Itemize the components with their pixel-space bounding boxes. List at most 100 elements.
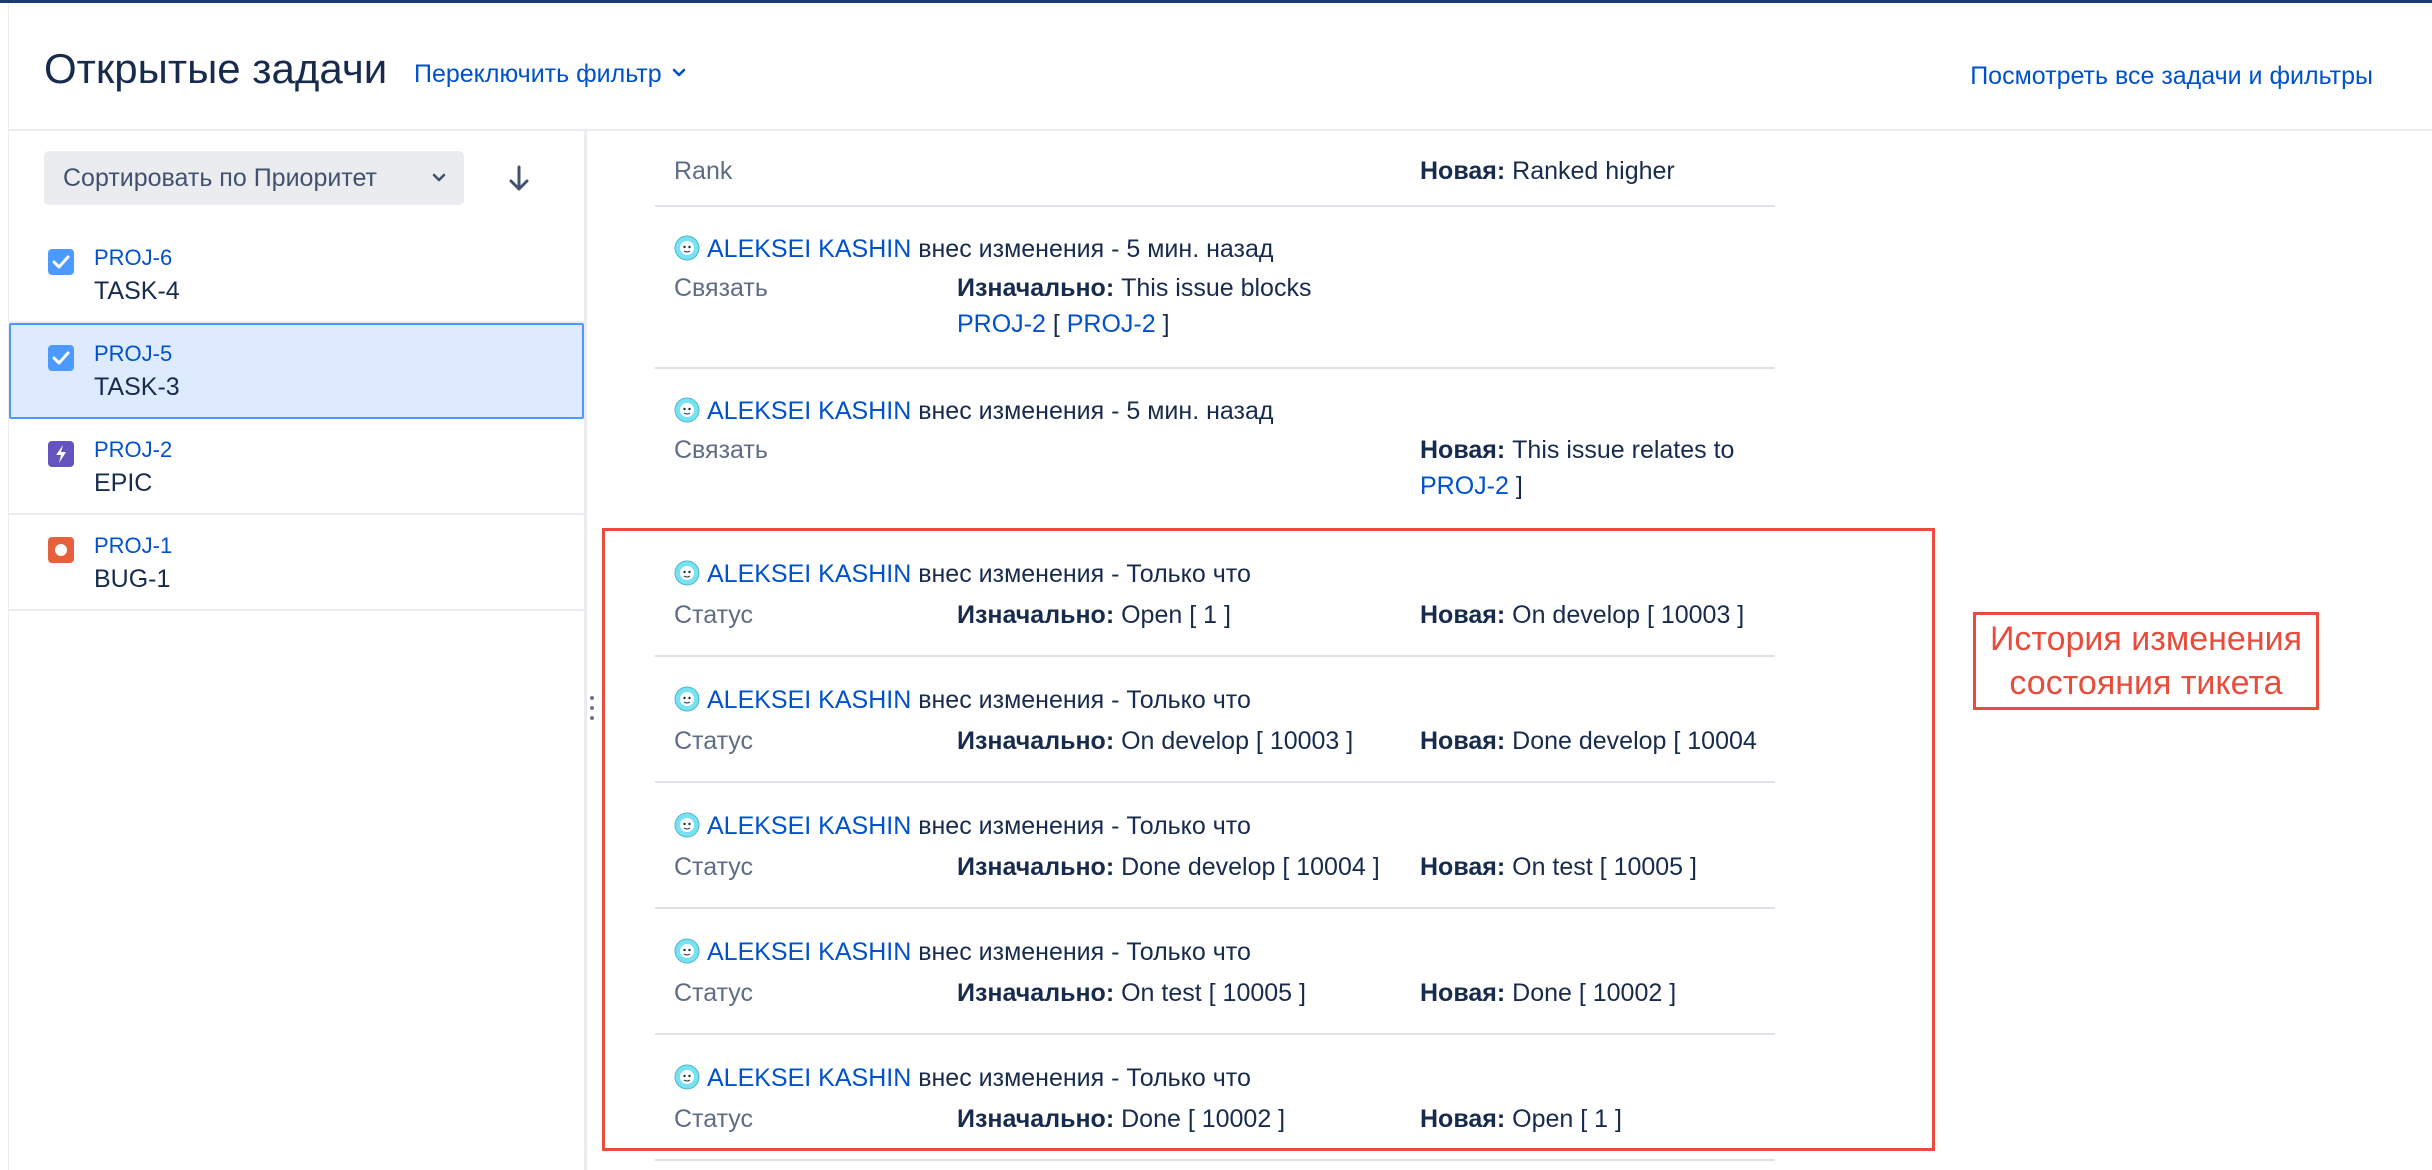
issue-summary: EPIC [94, 469, 153, 497]
issue-list-item-selected[interactable]: PROJ-5 TASK-3 [9, 323, 584, 419]
new-value-text: On develop [ 10003 ] [1512, 601, 1745, 629]
avatar-icon[interactable] [674, 235, 700, 261]
new-label: Новая: [1420, 436, 1506, 464]
author-link[interactable]: ALEKSEI KASHIN [707, 560, 911, 588]
switch-filter-dropdown[interactable]: Переключить фильтр [414, 58, 686, 90]
history-new-value: Новая: On develop [ 10003 ] [1420, 597, 1760, 633]
filter-header: Открытые задачи Переключить фильтр Посмо… [9, 3, 2432, 131]
avatar-icon[interactable] [674, 397, 700, 423]
author-link[interactable]: ALEKSEI KASHIN [707, 938, 911, 966]
issue-key: PROJ-6 [94, 245, 173, 270]
history-entry-header: ALEKSEI KASHIN внес изменения - 5 мин. н… [674, 395, 1273, 427]
history-entry: ALEKSEI KASHIN внес изменения - Только ч… [655, 1035, 1775, 1161]
epic-lightning-icon [48, 441, 74, 467]
issue-summary: TASK-3 [94, 373, 180, 401]
history-entry-header: ALEKSEI KASHIN внес изменения - Только ч… [674, 810, 1251, 842]
history-action: внес изменения - 5 мин. назад [918, 235, 1274, 263]
old-label: Изначально: [957, 274, 1115, 302]
avatar-icon[interactable] [674, 1064, 700, 1090]
history-field: Статус [674, 853, 754, 881]
avatar-icon[interactable] [674, 560, 700, 586]
old-value-text: Done [ 10002 ] [1121, 1105, 1286, 1133]
avatar-icon[interactable] [674, 686, 700, 712]
task-checkbox-icon [48, 249, 74, 275]
history-old-value: Изначально: Done [ 10002 ] [957, 1101, 1285, 1137]
issue-list: PROJ-6 TASK-4 PROJ-5 TASK-3 PROJ-2 EPIC … [9, 227, 584, 611]
history-entry: ALEKSEI KASHIN внес изменения - Только ч… [655, 657, 1775, 783]
issue-link[interactable]: PROJ-2 [1067, 310, 1156, 338]
new-value-text: Done develop [ 10004 ] [1512, 727, 1760, 755]
history-new-value: Новая: On test [ 10005 ] [1420, 849, 1760, 885]
history-entry-header: ALEKSEI KASHIN внес изменения - Только ч… [674, 684, 1251, 716]
old-value-text: On test [ 10005 ] [1121, 979, 1306, 1007]
history-new-value: Новая: This issue relates to PROJ-2 ] [1420, 436, 1735, 500]
history-entry-header: ALEKSEI KASHIN внес изменения - Только ч… [674, 1062, 1251, 1094]
new-label: Новая: [1420, 853, 1506, 881]
history-entry-header: ALEKSEI KASHIN внес изменения - Только ч… [674, 936, 1251, 968]
author-link[interactable]: ALEKSEI KASHIN [707, 1064, 911, 1092]
sort-dropdown-label: Сортировать по Приоритет [63, 164, 378, 192]
old-value-text: Open [ 1 ] [1121, 601, 1231, 629]
issue-list-item[interactable]: PROJ-6 TASK-4 [9, 227, 584, 323]
history-action: внес изменения - Только что [918, 812, 1251, 840]
history-action: внес изменения - Только что [918, 560, 1251, 588]
author-link[interactable]: ALEKSEI KASHIN [707, 397, 911, 425]
chevron-down-icon [432, 173, 446, 182]
bug-icon [48, 537, 74, 563]
resize-handle-icon[interactable] [587, 693, 597, 723]
history-field: Статус [674, 1105, 754, 1133]
history-new-value: Новая: Done [ 10002 ] [1420, 975, 1760, 1011]
new-value-text: This issue relates to [1512, 436, 1735, 464]
history-entry: ALEKSEI KASHIN внес изменения - Только ч… [655, 909, 1775, 1035]
history-field: Rank [674, 157, 733, 185]
history-old-value: Изначально: On develop [ 10003 ] [957, 723, 1353, 759]
history-field: Статус [674, 979, 754, 1007]
issue-link[interactable]: PROJ-2 [1420, 472, 1509, 500]
author-link[interactable]: ALEKSEI KASHIN [707, 686, 911, 714]
history-new-value: Новая: Done develop [ 10004 ] [1420, 723, 1760, 759]
old-label: Изначально: [957, 853, 1115, 881]
avatar-icon[interactable] [674, 812, 700, 838]
history-field: Статус [674, 601, 754, 629]
new-value-text: Done [ 10002 ] [1512, 979, 1677, 1007]
arrow-down-icon[interactable] [499, 159, 539, 199]
history-entry: ALEKSEI KASHIN внес изменения - Только ч… [655, 531, 1775, 657]
issue-summary: TASK-4 [94, 277, 180, 305]
old-value-text: Done develop [ 10004 ] [1121, 853, 1380, 881]
new-label: Новая: [1420, 1105, 1506, 1133]
history-entry: ALEKSEI KASHIN внес изменения - 5 мин. н… [655, 207, 1775, 369]
history-new-value: Новая: Ranked higher [1420, 153, 1760, 189]
sort-dropdown[interactable]: Сортировать по Приоритет [44, 151, 464, 205]
author-link[interactable]: ALEKSEI KASHIN [707, 812, 911, 840]
issue-key: PROJ-1 [94, 533, 173, 558]
history-old-value: Изначально: On test [ 10005 ] [957, 975, 1306, 1011]
issue-list-item[interactable]: PROJ-2 EPIC [9, 419, 584, 515]
new-value-text: On test [ 10005 ] [1512, 853, 1697, 881]
new-label: Новая: [1420, 979, 1506, 1007]
annotation-note: История изменения состояния тикета [1973, 612, 2319, 710]
issue-list-panel: Сортировать по Приоритет PROJ-6 TASK-4 P… [9, 131, 587, 1170]
old-label: Изначально: [957, 727, 1115, 755]
issue-list-item[interactable]: PROJ-1 BUG-1 [9, 515, 584, 611]
new-label: Новая: [1420, 157, 1506, 185]
history-entry-header: ALEKSEI KASHIN внес изменения - 5 мин. н… [674, 233, 1273, 265]
annotation-line: История изменения [1989, 620, 2303, 658]
history-entry: ALEKSEI KASHIN внес изменения - 5 мин. н… [655, 369, 1775, 531]
annotation-line: состояния тикета [2009, 664, 2283, 702]
avatar-icon[interactable] [674, 938, 700, 964]
switch-filter-label: Переключить фильтр [414, 60, 662, 88]
new-value-text: Open [ 1 ] [1512, 1105, 1622, 1133]
history-action: внес изменения - Только что [918, 938, 1251, 966]
old-label: Изначально: [957, 601, 1115, 629]
history-action: внес изменения - 5 мин. назад [918, 397, 1274, 425]
new-label: Новая: [1420, 601, 1506, 629]
issue-link[interactable]: PROJ-2 [957, 310, 1046, 338]
view-all-issues-link[interactable]: Посмотреть все задачи и фильтры [1970, 60, 2373, 92]
old-value-text: On develop [ 10003 ] [1121, 727, 1354, 755]
page-title: Открытые задачи [44, 45, 388, 92]
history-field: Статус [674, 727, 754, 755]
old-label: Изначально: [957, 979, 1115, 1007]
old-value-text: This issue blocks [1121, 274, 1312, 302]
history-field: Связать [674, 436, 768, 464]
author-link[interactable]: ALEKSEI KASHIN [707, 235, 911, 263]
